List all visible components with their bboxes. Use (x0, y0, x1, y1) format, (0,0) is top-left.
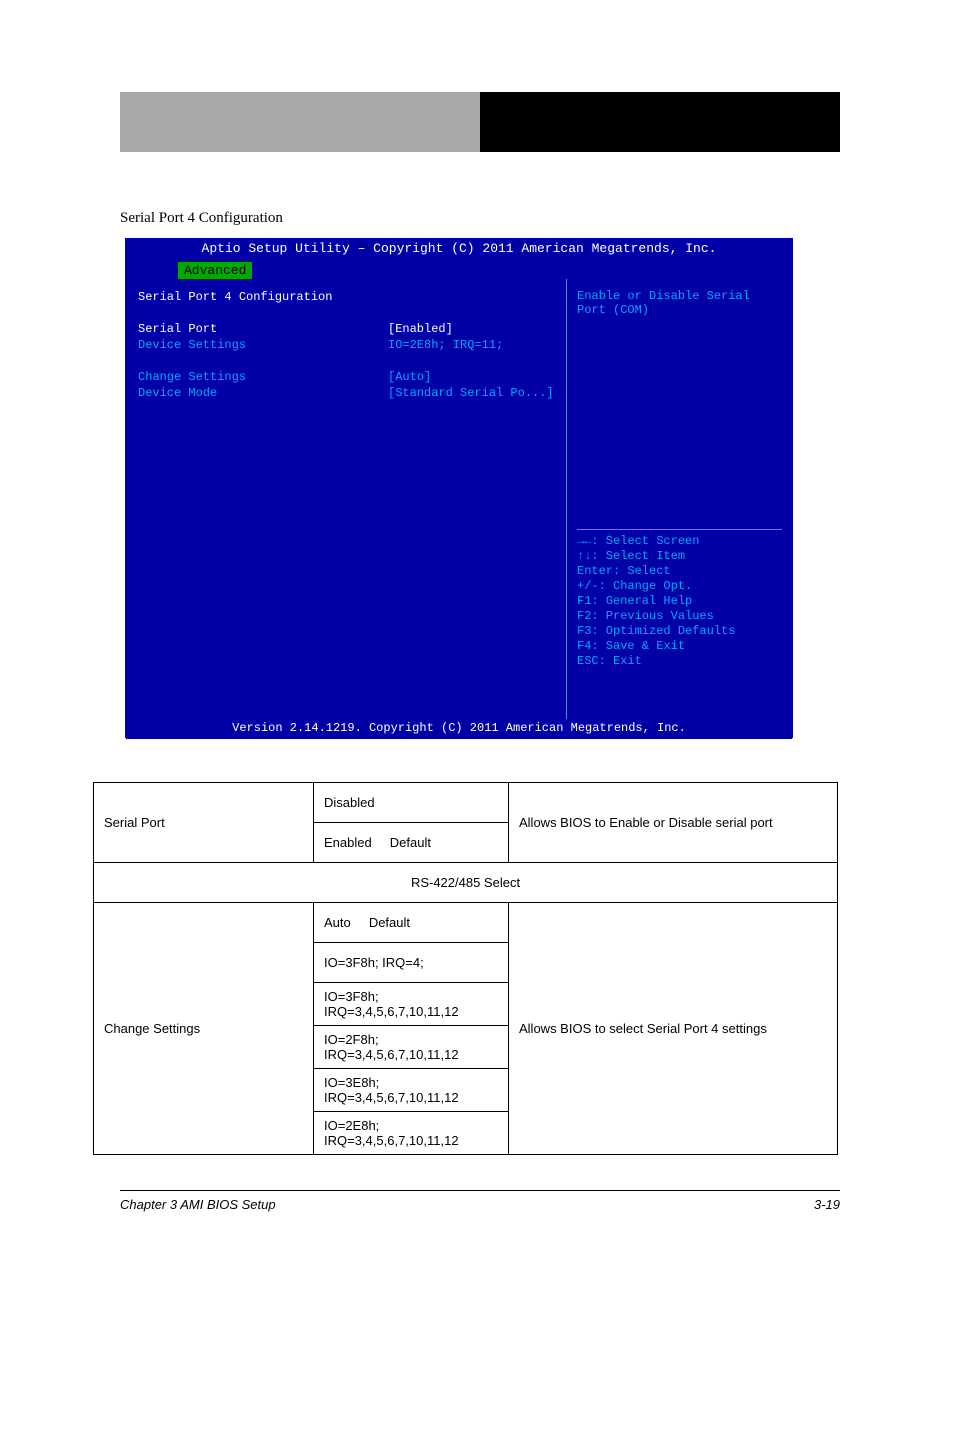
help-f1: F1: General Help (577, 594, 782, 609)
cell-option: IO=2E8h; IRQ=3,4,5,6,7,10,11,12 (314, 1112, 509, 1155)
header-left-block (120, 92, 480, 152)
table-row: Serial Port Disabled Allows BIOS to Enab… (94, 783, 838, 823)
cell-change-settings-desc: Allows BIOS to select Serial Port 4 sett… (509, 903, 838, 1155)
page-header-bar (120, 92, 840, 152)
bios-item-change-settings[interactable]: Change Settings [Auto] (138, 369, 554, 385)
bios-item-label: Change Settings (138, 369, 388, 385)
bios-title-bar: Aptio Setup Utility – Copyright (C) 2011… (126, 239, 792, 279)
table-row: Change Settings Auto Default Allows BIOS… (94, 903, 838, 943)
cell-option-enabled-text: Enabled (324, 835, 372, 850)
bios-item-label: Serial Port (138, 321, 388, 337)
bios-keymap: →←: Select Screen ↑↓: Select Item Enter:… (577, 529, 782, 709)
footer-page-number: 3-19 (814, 1197, 840, 1212)
bios-screenshot: Aptio Setup Utility – Copyright (C) 2011… (125, 238, 793, 738)
bios-item-serial-port[interactable]: Serial Port [Enabled] (138, 321, 554, 337)
cell-serial-port-label: Serial Port (94, 783, 314, 863)
help-change-opt: +/-: Change Opt. (577, 579, 782, 594)
bios-item-label: Device Settings (138, 337, 388, 353)
bios-item-label: Device Mode (138, 385, 388, 401)
bios-item-device-mode[interactable]: Device Mode [Standard Serial Po...] (138, 385, 554, 401)
section-title: Serial Port 4 Configuration (120, 210, 283, 227)
bios-item-value: [Standard Serial Po...] (388, 385, 554, 401)
cell-option-text: Auto (324, 915, 351, 930)
table-row-subheader: RS-422/485 Select (94, 863, 838, 903)
bios-title: Aptio Setup Utility – Copyright (C) 2011… (134, 241, 784, 256)
bios-body: Serial Port 4 Configuration Serial Port … (126, 279, 792, 719)
cell-option: IO=2F8h; IRQ=3,4,5,6,7,10,11,12 (314, 1026, 509, 1069)
header-right-block (480, 92, 840, 152)
cell-option-disabled: Disabled (314, 783, 509, 823)
bios-screen-name-label: Serial Port 4 Configuration (138, 289, 388, 305)
cell-default-note: Default (390, 835, 431, 850)
bios-screen-name: Serial Port 4 Configuration (138, 289, 554, 305)
cell-change-settings-label: Change Settings (94, 903, 314, 1155)
bios-item-value: [Auto] (388, 369, 431, 385)
bios-footer: Version 2.14.1219. Copyright (C) 2011 Am… (126, 719, 792, 739)
bios-blank-row (138, 305, 554, 321)
cell-option-auto: Auto Default (314, 903, 509, 943)
cell-subheader: RS-422/485 Select (94, 863, 838, 903)
bios-tab-advanced[interactable]: Advanced (178, 262, 252, 279)
bios-help-panel: Enable or Disable Serial Port (COM) →←: … (566, 279, 792, 719)
cell-option: IO=3F8h; IRQ=4; (314, 943, 509, 983)
page-footer: Chapter 3 AMI BIOS Setup 3-19 (120, 1190, 840, 1212)
bios-item-value: IO=2E8h; IRQ=11; (388, 337, 503, 353)
cell-option-enabled: Enabled Default (314, 823, 509, 863)
help-f4: F4: Save & Exit (577, 639, 782, 654)
help-f2: F2: Previous Values (577, 609, 782, 624)
help-select-screen: →←: Select Screen (577, 534, 782, 549)
bios-blank-row (138, 353, 554, 369)
help-enter: Enter: Select (577, 564, 782, 579)
bios-item-device-settings: Device Settings IO=2E8h; IRQ=11; (138, 337, 554, 353)
options-table: Serial Port Disabled Allows BIOS to Enab… (93, 782, 838, 1155)
bios-item-value: [Enabled] (388, 321, 453, 337)
cell-option: IO=3F8h; IRQ=3,4,5,6,7,10,11,12 (314, 983, 509, 1026)
bios-help-description: Enable or Disable Serial Port (COM) (577, 289, 782, 317)
help-select-item: ↑↓: Select Item (577, 549, 782, 564)
cell-option: IO=3E8h; IRQ=3,4,5,6,7,10,11,12 (314, 1069, 509, 1112)
cell-serial-port-desc: Allows BIOS to Enable or Disable serial … (509, 783, 838, 863)
footer-chapter: Chapter 3 AMI BIOS Setup (120, 1197, 276, 1212)
bios-settings-panel: Serial Port 4 Configuration Serial Port … (126, 279, 566, 719)
cell-default-note: Default (369, 915, 410, 930)
help-f3: F3: Optimized Defaults (577, 624, 782, 639)
help-esc: ESC: Exit (577, 654, 782, 669)
